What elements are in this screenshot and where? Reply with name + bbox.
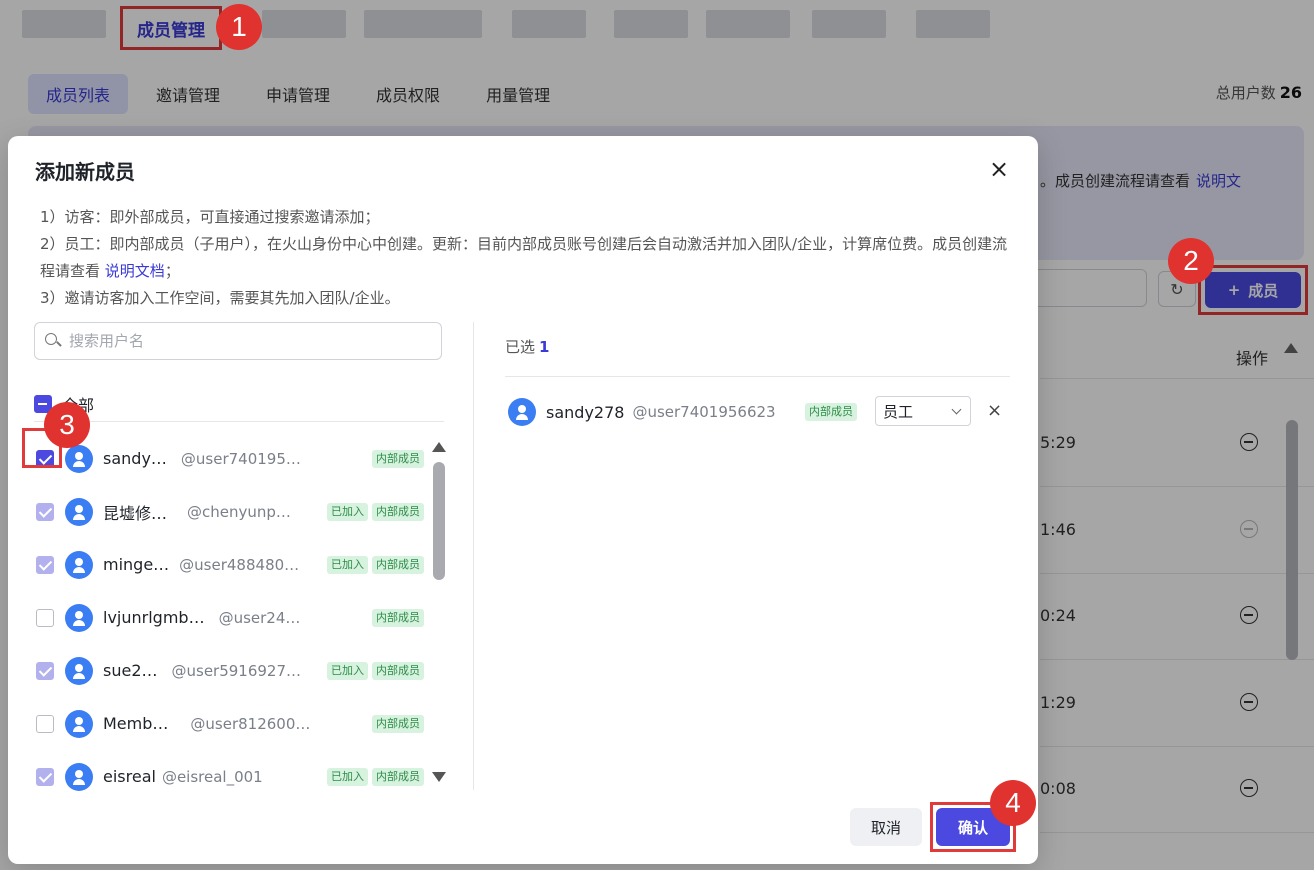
internal-member-tag: 内部成员 — [372, 661, 424, 680]
chevron-down-icon — [951, 404, 962, 415]
role-value: 员工 — [883, 402, 914, 421]
list-item[interactable]: minge… @user488480… 已加入 内部成员 — [34, 538, 424, 591]
user-handle: @user812600… — [190, 714, 311, 733]
user-name: 昆墟修… — [103, 503, 168, 523]
internal-member-tag: 内部成员 — [372, 767, 424, 786]
doc-link[interactable]: 说明文档 — [105, 262, 165, 280]
list-item[interactable]: eisreal @eisreal_001 已加入 内部成员 — [34, 750, 424, 803]
user-handle: @user24… — [218, 608, 301, 627]
avatar — [65, 603, 93, 632]
user-name: minge… — [103, 555, 170, 574]
user-name: lvjunrlgmb… — [103, 608, 205, 627]
user-tags: 已加入 内部成员 — [327, 555, 424, 574]
desc-line-1: 1）访客：即外部成员，可直接通过搜索邀请添加； — [40, 208, 380, 226]
avatar — [65, 762, 93, 791]
desc-line-2-text: 2）员工：即内部成员（子用户），在火山身份中心中创建。更新：目前内部成员账号创建… — [40, 235, 1008, 280]
avatar — [65, 550, 93, 579]
user-tags: 已加入 内部成员 — [327, 502, 424, 521]
internal-member-tag: 内部成员 — [372, 555, 424, 574]
search-icon — [45, 333, 61, 349]
selected-user-name: sandy278 — [546, 402, 625, 422]
user-search-input[interactable] — [69, 332, 409, 350]
step-badge-1: 1 — [216, 4, 262, 50]
user-handle: @chenyunp… — [187, 502, 291, 521]
user-search-box[interactable] — [34, 322, 442, 360]
scroll-down-arrow-icon[interactable] — [432, 772, 446, 782]
user-name: sue2… — [103, 661, 158, 680]
user-handle: @eisreal_001 — [161, 767, 263, 786]
user-handle: @user740195… — [180, 449, 301, 468]
desc-line-2: 2）员工：即内部成员（子用户），在火山身份中心中创建。更新：目前内部成员账号创建… — [40, 231, 1015, 285]
internal-member-tag: 内部成员 — [372, 449, 424, 468]
add-member-dialog: 添加新成员 × 1）访客：即外部成员，可直接通过搜索邀请添加； 2）员工：即内部… — [8, 136, 1038, 864]
step-badge-2: 2 — [1168, 238, 1214, 284]
pane-divider — [473, 322, 474, 790]
list-item[interactable]: sandy… @user740195… 内部成员 — [34, 432, 424, 485]
user-list: sandy… @user740195… 内部成员 昆墟修… @chenyunp…… — [34, 432, 424, 803]
internal-member-tag: 内部成员 — [372, 502, 424, 521]
internal-member-tag: 内部成员 — [372, 608, 424, 627]
user-checkbox — [36, 502, 54, 521]
user-handle: @user488480… — [179, 555, 300, 574]
selected-user-row: sandy278 @user7401956623 内部成员 员工 × — [505, 392, 1010, 432]
user-picker-pane: 全部 sandy… @user740195… 内部成员 昆墟修… @chenyu… — [34, 322, 454, 792]
step-badge-3: 3 — [44, 402, 90, 448]
list-item[interactable]: 昆墟修… @chenyunp… 已加入 内部成员 — [34, 485, 424, 538]
scroll-up-arrow-icon[interactable] — [432, 442, 446, 452]
avatar — [65, 497, 93, 526]
joined-tag: 已加入 — [327, 555, 368, 574]
user-list-scrollbar[interactable] — [433, 462, 445, 580]
avatar — [65, 444, 93, 473]
user-checkbox — [36, 555, 54, 574]
user-checkbox — [36, 661, 54, 680]
close-icon[interactable]: × — [988, 157, 1010, 181]
user-checkbox[interactable] — [36, 714, 54, 733]
selected-count-value: 1 — [539, 338, 550, 356]
selected-label: 已选 — [505, 338, 536, 356]
avatar — [508, 398, 536, 426]
joined-tag: 已加入 — [327, 502, 368, 521]
user-checkbox[interactable] — [36, 608, 54, 627]
selected-user-handle: @user7401956623 — [632, 403, 776, 421]
user-name: eisreal — [103, 767, 156, 786]
dialog-title: 添加新成员 — [35, 160, 135, 184]
user-tags: 内部成员 — [372, 449, 424, 468]
step-badge-4: 4 — [990, 780, 1036, 826]
user-name: Memb… — [103, 714, 169, 733]
avatar — [65, 656, 93, 685]
user-tags: 已加入 内部成员 — [327, 767, 424, 786]
divider — [505, 376, 1010, 377]
dialog-description: 1）访客：即外部成员，可直接通过搜索邀请添加； 2）员工：即内部成员（子用户），… — [40, 204, 1015, 312]
user-tags: 已加入 内部成员 — [327, 661, 424, 680]
remove-selected-icon[interactable]: × — [987, 400, 1002, 421]
list-item[interactable]: lvjunrlgmb… @user24… 内部成员 — [34, 591, 424, 644]
user-name: sandy… — [103, 449, 167, 468]
select-all-row[interactable]: 全部 — [34, 386, 444, 422]
internal-member-tag: 内部成员 — [372, 714, 424, 733]
user-tags: 内部成员 — [372, 714, 424, 733]
desc-line-2-tail: ； — [164, 262, 180, 280]
user-tags: 内部成员 — [372, 608, 424, 627]
avatar — [65, 709, 93, 738]
internal-member-tag: 内部成员 — [805, 403, 857, 421]
list-item[interactable]: sue2… @user5916927… 已加入 内部成员 — [34, 644, 424, 697]
joined-tag: 已加入 — [327, 767, 368, 786]
role-select[interactable]: 员工 — [875, 396, 971, 426]
user-checkbox — [36, 767, 54, 786]
user-handle: @user5916927… — [171, 661, 302, 680]
joined-tag: 已加入 — [327, 661, 368, 680]
selected-count: 已选 1 — [505, 336, 549, 357]
desc-line-3: 3）邀请访客加入工作空间，需要其先加入团队/企业。 — [40, 289, 400, 307]
cancel-button[interactable]: 取消 — [850, 808, 922, 846]
list-item[interactable]: Memb… @user812600… 内部成员 — [34, 697, 424, 750]
